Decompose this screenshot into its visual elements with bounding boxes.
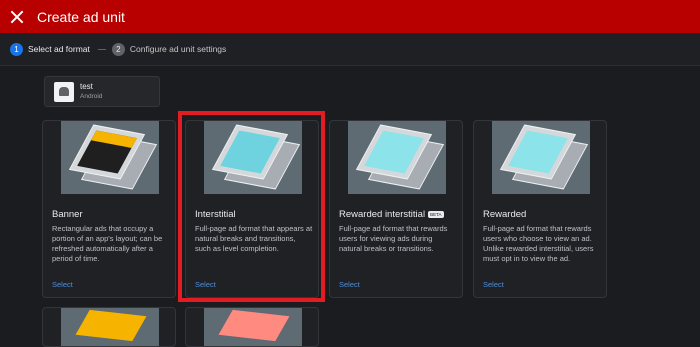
selected-card-highlight	[178, 111, 325, 302]
top-app-bar: Create ad unit	[0, 0, 700, 33]
ad-format-card-banner[interactable]: Banner Rectangular ads that occupy a por…	[42, 120, 176, 298]
close-icon[interactable]	[10, 10, 24, 24]
rewarded-interstitial-illustration	[348, 121, 446, 194]
format-title: Banner	[52, 209, 83, 220]
step-label: Configure ad unit settings	[129, 44, 227, 54]
native-illustration	[204, 308, 302, 346]
step-select-ad-format[interactable]: 1 Select ad format	[10, 42, 90, 56]
step-number: 1	[10, 42, 23, 56]
app-card: test Android	[44, 76, 160, 107]
step-label: Select ad format	[28, 44, 90, 54]
format-description: Rectangular ads that occupy a portion of…	[52, 224, 163, 263]
banner-variant-illustration	[61, 308, 159, 346]
app-name: test	[80, 82, 93, 91]
app-platform: Android	[80, 93, 103, 100]
select-rewarded-button[interactable]: Select	[483, 280, 504, 289]
ad-format-card-rewarded-interstitial[interactable]: Rewarded interstitial BETA Full-page ad f…	[329, 120, 463, 298]
rewarded-illustration	[492, 121, 590, 194]
ad-format-card-partial[interactable]	[185, 307, 319, 347]
step-configure-settings[interactable]: 2 Configure ad unit settings	[111, 42, 227, 56]
banner-illustration	[61, 121, 159, 194]
step-connector	[97, 48, 106, 50]
page-title: Create ad unit	[37, 8, 125, 25]
select-banner-button[interactable]: Select	[52, 280, 73, 289]
step-number: 2	[111, 42, 125, 56]
format-title: Rewarded	[483, 209, 527, 220]
format-title: Rewarded interstitial BETA	[339, 209, 444, 220]
ad-format-card-rewarded[interactable]: Rewarded Full-page ad format that reward…	[473, 120, 607, 298]
format-description: Full-page ad format that rewards users w…	[483, 224, 594, 263]
beta-badge: BETA	[428, 210, 444, 218]
select-rewarded-interstitial-button[interactable]: Select	[339, 280, 360, 289]
ad-format-card-partial[interactable]	[42, 307, 176, 347]
format-description: Full-page ad format that rewards users f…	[339, 224, 448, 253]
stepper: 1 Select ad format 2 Configure ad unit s…	[0, 33, 700, 66]
android-app-icon	[54, 81, 74, 102]
